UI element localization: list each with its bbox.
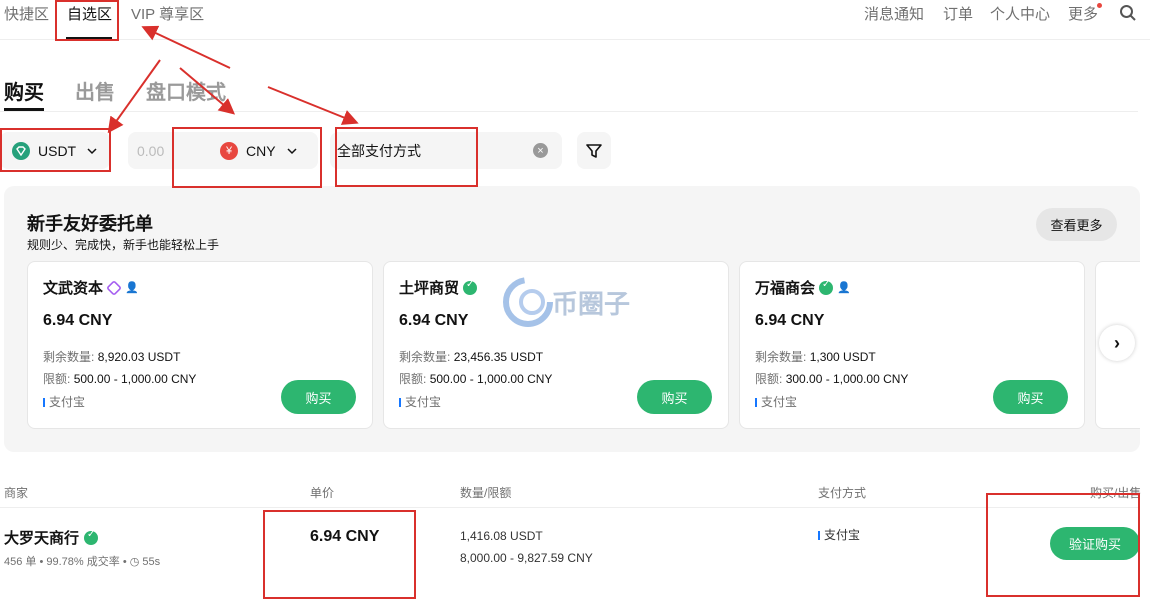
tab-orderbook-mode[interactable]: 盘口模式 [146,76,226,105]
annotation-box [986,493,1140,597]
nav-orders[interactable]: 订单 [943,3,973,24]
clear-icon[interactable]: × [533,143,548,158]
card-limit: 限额: 500.00 - 1,000.00 CNY [43,372,197,386]
row-merchant[interactable]: 大罗天商行 [4,527,99,548]
search-icon[interactable] [1119,4,1137,22]
card-merchant[interactable]: 万福商会 👤 [755,277,851,298]
watermark-logo: 币圈子 [500,272,650,332]
verified-badge-icon [819,279,834,295]
card-remain: 剩余数量: 23,456.35 USDT [399,350,544,364]
view-more-button[interactable]: 查看更多 [1036,208,1117,241]
tab-sell[interactable]: 出售 [75,76,115,105]
amount-placeholder: 0.00 [137,142,165,159]
row-quantity: 1,416.08 USDT [460,529,543,543]
buy-button[interactable]: 购买 [637,380,712,414]
verified-badge-icon [84,529,99,545]
card-remain: 剩余数量: 1,300 USDT [755,350,876,364]
nav-notifications[interactable]: 消息通知 [864,3,924,24]
card-payment: 支付宝 [43,393,85,410]
card-price: 6.94 CNY [43,312,113,329]
card-limit: 限额: 300.00 - 1,000.00 CNY [755,372,909,386]
nav-user-center[interactable]: 个人中心 [990,3,1050,24]
panel-subtitle: 规则少、完成快，新手也能轻松上手 [27,238,220,252]
order-card: 文武资本 👤 6.94 CNY 剩余数量: 8,920.03 USDT 限额: … [27,261,373,429]
card-merchant[interactable]: 土坪商贸 [399,277,478,298]
row-merchant-stats: 456 单 • 99.78% 成交率 • ◷ 55s [4,556,161,568]
top-nav: 快捷区 自选区 VIP 尊享区 消息通知 订单 个人中心 更多 [0,0,1150,40]
mode-tab-underline [4,108,44,111]
panel-title: 新手友好委托单 [27,214,153,234]
verified-badge-icon [463,279,478,295]
merchant-name: 万福商会 [755,280,816,297]
order-card: 万福商会 👤 6.94 CNY 剩余数量: 1,300 USDT 限额: 300… [739,261,1085,429]
card-merchant[interactable]: 文武资本 👤 [43,277,139,298]
tab-quick[interactable]: 快捷区 [4,3,49,24]
annotation-box [55,0,119,41]
card-price: 6.94 CNY [755,312,825,329]
next-arrow-icon[interactable]: › [1099,325,1135,361]
person-icon: 👤 [837,282,851,294]
nav-more[interactable]: 更多 [1068,3,1098,24]
col-qty-limit: 数量/限额 [460,486,512,500]
merchant-name: 土坪商贸 [399,280,460,297]
col-merchant: 商家 [4,486,29,500]
row-limit: 8,000.00 - 9,827.59 CNY [460,551,593,565]
table-divider [0,507,1140,508]
card-remain: 剩余数量: 8,920.03 USDT [43,350,181,364]
card-price: 6.94 CNY [399,312,469,329]
clock-icon: ◷ [129,556,140,568]
card-limit: 限额: 500.00 - 1,000.00 CNY [399,372,553,386]
tab-vip[interactable]: VIP 尊享区 [131,3,204,24]
tab-buy[interactable]: 购买 [4,76,44,105]
merchant-name: 大罗天商行 [4,530,80,547]
buy-button[interactable]: 购买 [993,380,1068,414]
annotation-box [263,510,416,599]
annotation-box [0,128,111,172]
merchant-name: 文武资本 [43,280,104,297]
annotation-box [172,127,322,188]
annotation-box [335,127,478,187]
notification-dot [1097,3,1102,8]
mode-tabs: 购买 出售 盘口模式 [0,70,1138,112]
col-payment: 支付方式 [818,486,867,500]
card-payment: 支付宝 [399,393,441,410]
row-payment: 支付宝 [818,526,860,543]
diamond-badge-icon [106,279,122,296]
person-icon: 👤 [125,282,139,294]
card-payment: 支付宝 [755,393,797,410]
buy-button[interactable]: 购买 [281,380,356,414]
col-price: 单价 [310,486,335,500]
watermark-text: 币圈子 [552,289,631,319]
filter-button[interactable] [577,132,611,169]
filter-icon [586,143,602,158]
